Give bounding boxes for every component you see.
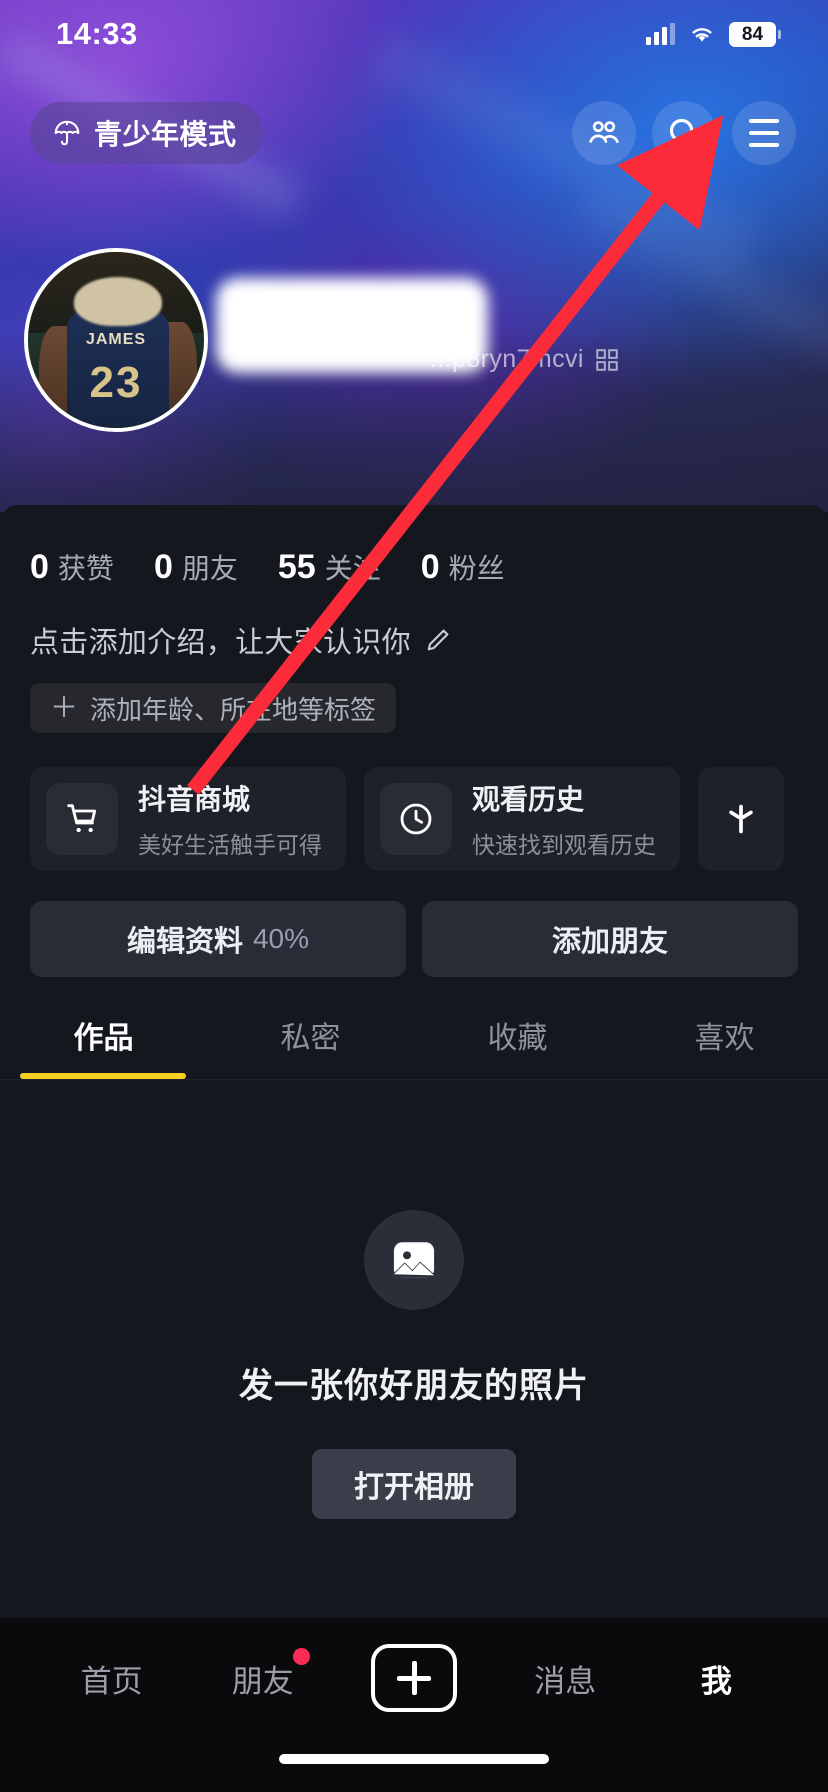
tab-label: 收藏 <box>487 1022 548 1055</box>
shortcut-card-title: 抖音商城 <box>138 784 251 815</box>
add-friend-button[interactable]: 添加朋友 <box>422 901 798 977</box>
umbrella-icon <box>54 120 80 146</box>
tab-likes[interactable]: 喜欢 <box>621 1013 828 1079</box>
profile-action-buttons: 编辑资料 40% 添加朋友 <box>0 871 828 977</box>
plus-icon: ＋ <box>50 692 79 723</box>
stat-value: 0 <box>153 548 173 586</box>
nav-label: 消息 <box>534 1663 597 1699</box>
notification-badge-dot <box>292 1647 310 1665</box>
add-friend-label: 添加朋友 <box>551 926 668 958</box>
stat-friends[interactable]: 0 朋友 <box>154 547 238 587</box>
tab-private[interactable]: 私密 <box>207 1013 414 1079</box>
header-actions <box>572 101 796 165</box>
nav-item-create[interactable] <box>338 1644 489 1712</box>
nav-label: 首页 <box>80 1663 143 1699</box>
edit-profile-label: 编辑资料 <box>126 926 243 958</box>
open-album-button[interactable]: 打开相册 <box>312 1449 516 1519</box>
shortcut-cards-row: 抖音商城 美好生活触手可得 观看历史 快速找到观看历史 <box>0 733 828 871</box>
stat-label: 获赞 <box>57 553 114 584</box>
teen-mode-label: 青少年模式 <box>94 119 237 150</box>
nav-label: 朋友 <box>232 1647 310 1701</box>
stat-likes[interactable]: 0 获赞 <box>30 547 114 587</box>
tab-works[interactable]: 作品 <box>0 1013 207 1079</box>
bio-placeholder-row[interactable]: 点击添加介绍，让大家认识你 <box>0 587 828 661</box>
shortcut-card-title: 观看历史 <box>472 784 585 815</box>
tab-label: 喜欢 <box>694 1022 755 1055</box>
teen-mode-button[interactable]: 青少年模式 <box>30 102 263 164</box>
stat-value: 0 <box>30 548 49 586</box>
bottom-navigation-bar: 首页 朋友 消息 我 <box>0 1617 828 1792</box>
search-icon[interactable] <box>652 101 716 165</box>
stat-label: 粉丝 <box>448 553 505 584</box>
profile-content-panel: 0 获赞 0 朋友 55 关注 0 粉丝 点击添加介绍，让大家认识你 ＋ 添加年… <box>0 505 828 1792</box>
active-tab-underline <box>20 1073 186 1079</box>
plus-icon[interactable] <box>371 1644 457 1712</box>
people-icon[interactable] <box>572 101 636 165</box>
wifi-icon <box>692 28 712 42</box>
nav-item-messages[interactable]: 消息 <box>490 1656 641 1701</box>
tab-label: 私密 <box>280 1022 341 1055</box>
tab-favorites[interactable]: 收藏 <box>414 1013 621 1079</box>
avatar-jersey-number: 23 <box>89 357 143 407</box>
status-bar: 14:33 84 <box>0 0 828 68</box>
stat-followers[interactable]: 0 粉丝 <box>421 547 505 587</box>
status-clock: 14:33 <box>56 16 138 51</box>
pencil-edit-icon <box>427 629 449 651</box>
home-indicator <box>279 1754 549 1764</box>
profile-stats-row: 0 获赞 0 朋友 55 关注 0 粉丝 <box>0 505 828 587</box>
edit-profile-button[interactable]: 编辑资料 40% <box>30 901 406 977</box>
stat-value: 55 <box>277 548 316 586</box>
display-name-redacted <box>216 278 488 373</box>
profile-header-bar: 青少年模式 <box>0 95 828 171</box>
add-tags-chip[interactable]: ＋ 添加年龄、所在地等标签 <box>30 683 397 733</box>
hamburger-menu-icon[interactable] <box>732 101 796 165</box>
image-placeholder-icon <box>364 1210 464 1310</box>
nav-item-me[interactable]: 我 <box>641 1656 792 1701</box>
stat-value: 0 <box>420 548 440 586</box>
empty-state: 发一张你好朋友的照片 打开相册 <box>0 1080 828 1519</box>
avatar[interactable]: JAMES 23 <box>24 248 208 432</box>
open-album-label: 打开相册 <box>354 1471 474 1504</box>
battery-indicator: 84 <box>729 21 781 47</box>
bio-placeholder-text: 点击添加介绍，让大家认识你 <box>30 627 411 659</box>
nav-item-friends[interactable]: 朋友 <box>187 1647 338 1701</box>
add-tags-label: 添加年龄、所在地等标签 <box>90 694 377 725</box>
qr-code-icon <box>596 348 618 371</box>
cellular-signal-icon <box>646 23 675 45</box>
shortcut-card-history[interactable]: 观看历史 快速找到观看历史 <box>364 767 680 871</box>
stat-label: 朋友 <box>181 553 238 584</box>
edit-profile-percent: 40% <box>252 923 310 954</box>
status-indicators: 84 <box>646 21 781 47</box>
stat-following[interactable]: 55 关注 <box>278 547 381 587</box>
shopping-cart-icon <box>46 783 118 855</box>
sparkle-asterisk-icon <box>729 804 753 834</box>
avatar-jersey-name: JAMES <box>85 331 147 349</box>
bottom-nav-items: 首页 朋友 消息 我 <box>0 1618 828 1738</box>
tab-label: 作品 <box>73 1022 134 1055</box>
empty-state-text: 发一张你好朋友的照片 <box>239 1367 589 1405</box>
shortcut-card-mall[interactable]: 抖音商城 美好生活触手可得 <box>30 767 346 871</box>
battery-level: 84 <box>741 23 764 45</box>
stat-label: 关注 <box>324 553 381 584</box>
avatar-image: JAMES 23 <box>28 252 204 428</box>
shortcut-card-partial[interactable] <box>698 767 784 871</box>
nav-item-home[interactable]: 首页 <box>36 1656 187 1701</box>
shortcut-card-subtitle: 快速找到观看历史 <box>472 832 656 858</box>
shortcut-card-subtitle: 美好生活触手可得 <box>138 832 322 858</box>
douyin-profile-screen: 14:33 84 青少年模式 JAMES 23 ...p8ryn7mcvi 0 … <box>0 0 828 1792</box>
clock-history-icon <box>380 783 452 855</box>
nav-label: 我 <box>700 1663 732 1699</box>
content-tabs: 作品 私密 收藏 喜欢 <box>0 977 828 1079</box>
